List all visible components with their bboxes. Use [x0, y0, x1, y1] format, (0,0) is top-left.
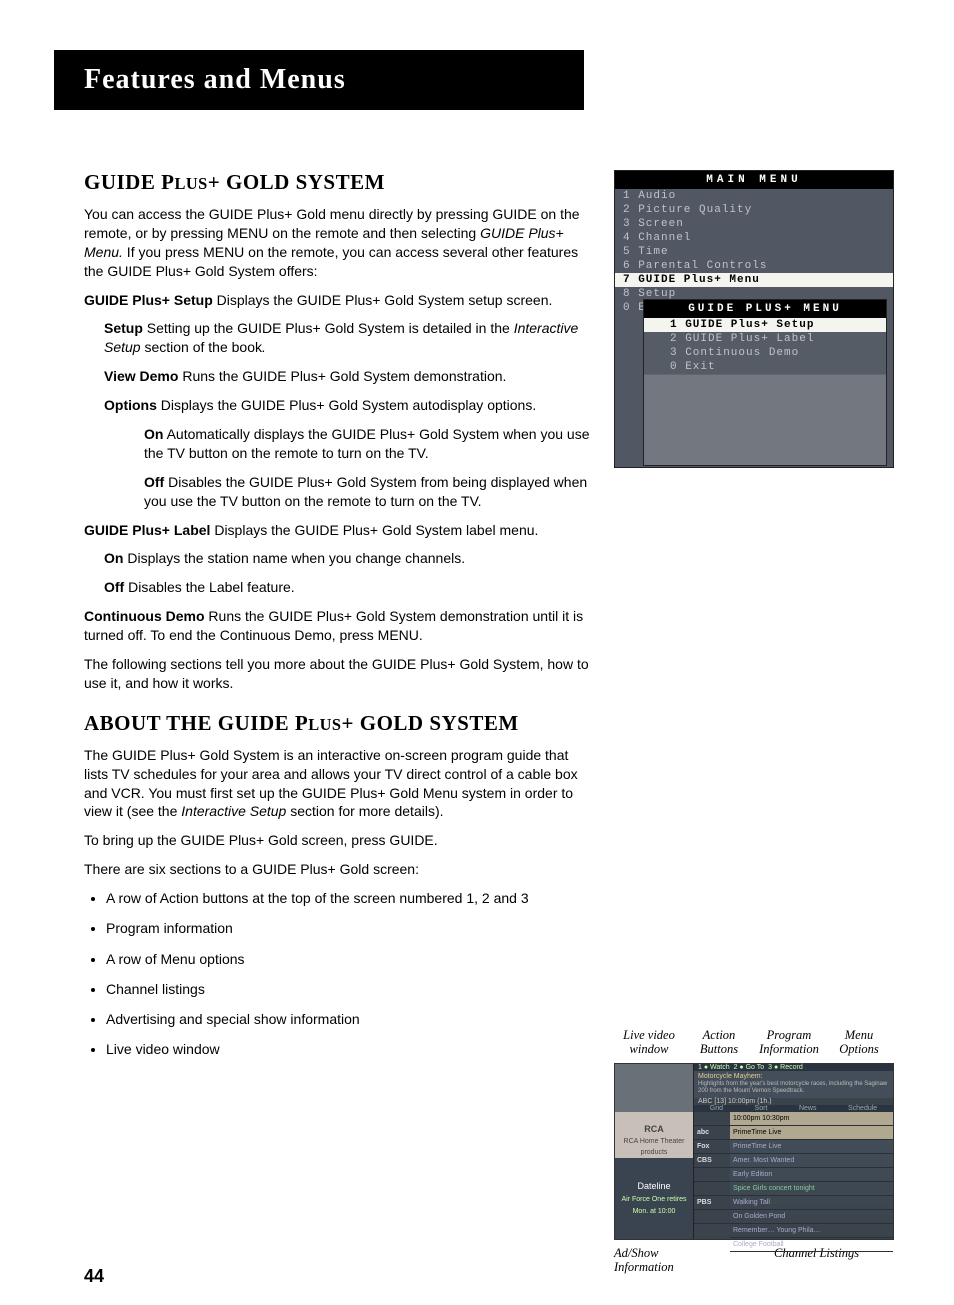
- definition-item: Continuous Demo Runs the GUIDE Plus+ Gol…: [84, 607, 592, 645]
- body-text: There are six sections to a GUIDE Plus+ …: [84, 860, 592, 879]
- figure-label: Ad/Show Information: [614, 1246, 704, 1275]
- body-text: To bring up the GUIDE Plus+ Gold screen,…: [84, 831, 592, 850]
- channel-info-row: ABC [13] 10:00pm (1h.): [694, 1098, 893, 1105]
- guide-screen-figure: Live video window Action Buttons Program…: [614, 1028, 894, 1275]
- body-text: The GUIDE Plus+ Gold System is an intera…: [84, 746, 592, 822]
- section-heading-guide-plus-gold: GUIDE PLUS+ GOLD SYSTEM: [84, 170, 592, 195]
- body-text: The following sections tell you more abo…: [84, 655, 592, 693]
- list-item: Advertising and special show information: [106, 1010, 592, 1028]
- page-number: 44: [84, 1266, 104, 1287]
- ad-panel: RCA RCA Home Theater products: [615, 1112, 693, 1158]
- ad-panel: Dateline Air Force One retires Mon. at 1…: [615, 1158, 693, 1239]
- menu-item-selected: 7 GUIDE Plus+ Menu: [615, 273, 893, 287]
- definition-item: View Demo Runs the GUIDE Plus+ Gold Syst…: [104, 367, 592, 386]
- list-item: Channel listings: [106, 980, 592, 998]
- figure-label: Program Information: [754, 1028, 824, 1057]
- chapter-title: Features and Menus: [84, 64, 584, 96]
- definition-item: On Automatically displays the GUIDE Plus…: [144, 425, 592, 463]
- guide-plus-submenu: GUIDE PLUS+ MENU 1 GUIDE Plus+ Setup 2 G…: [643, 299, 887, 466]
- definition-item: On Displays the station name when you ch…: [104, 549, 592, 568]
- figure-label: Live video window: [614, 1028, 684, 1057]
- menu-item-selected: 1 GUIDE Plus+ Setup: [644, 318, 886, 332]
- definition-item: GUIDE Plus+ Setup Displays the GUIDE Plu…: [84, 291, 592, 310]
- body-text: You can access the GUIDE Plus+ Gold menu…: [84, 205, 592, 281]
- live-video-window: [615, 1064, 693, 1112]
- action-buttons-row: 1 ● Watch 2 ● Go To 3 ● Record: [694, 1064, 893, 1071]
- menu-header: GUIDE PLUS+ MENU: [644, 300, 886, 318]
- channel-listings: abc Fox CBS PBS 10:00pm 10:30pm: [694, 1112, 893, 1252]
- list-item: A row of Menu options: [106, 950, 592, 968]
- menu-options-row: Grid Sort News Schedule: [694, 1105, 893, 1112]
- menu-item: 1 Audio: [615, 189, 893, 203]
- definition-item: Off Disables the Label feature.: [104, 578, 592, 597]
- definition-item: GUIDE Plus+ Label Displays the GUIDE Plu…: [84, 521, 592, 540]
- menu-item: 2 GUIDE Plus+ Label: [644, 332, 886, 346]
- program-info: Motorcycle Mayhem: Highlights from the y…: [694, 1071, 893, 1098]
- menu-item: 4 Channel: [615, 231, 893, 245]
- definition-item: Off Disables the GUIDE Plus+ Gold System…: [144, 473, 592, 511]
- chapter-title-band: Features and Menus: [54, 50, 584, 110]
- list-item: A row of Action buttons at the top of th…: [106, 889, 592, 907]
- guide-screen-mock: RCA RCA Home Theater products Dateline A…: [614, 1063, 894, 1240]
- menu-item: 0 Exit: [644, 360, 886, 374]
- list-item: Program information: [106, 919, 592, 937]
- list-item: Live video window: [106, 1040, 592, 1058]
- menu-item: 3 Screen: [615, 217, 893, 231]
- menu-item: 6 Parental Controls: [615, 259, 893, 273]
- main-menu-screenshot: MAIN MENU 1 Audio 2 Picture Quality 3 Sc…: [614, 170, 894, 468]
- bullet-list: A row of Action buttons at the top of th…: [84, 889, 592, 1058]
- definition-item: Options Displays the GUIDE Plus+ Gold Sy…: [104, 396, 592, 415]
- section-heading-about-guide-plus: ABOUT THE GUIDE PLUS+ GOLD SYSTEM: [84, 711, 592, 736]
- menu-item: 5 Time: [615, 245, 893, 259]
- menu-item: 2 Picture Quality: [615, 203, 893, 217]
- definition-item: Setup Setting up the GUIDE Plus+ Gold Sy…: [104, 319, 592, 357]
- figure-label: Action Buttons: [684, 1028, 754, 1057]
- figure-label: Menu Options: [824, 1028, 894, 1057]
- menu-header: MAIN MENU: [615, 171, 893, 189]
- menu-item: 3 Continuous Demo: [644, 346, 886, 360]
